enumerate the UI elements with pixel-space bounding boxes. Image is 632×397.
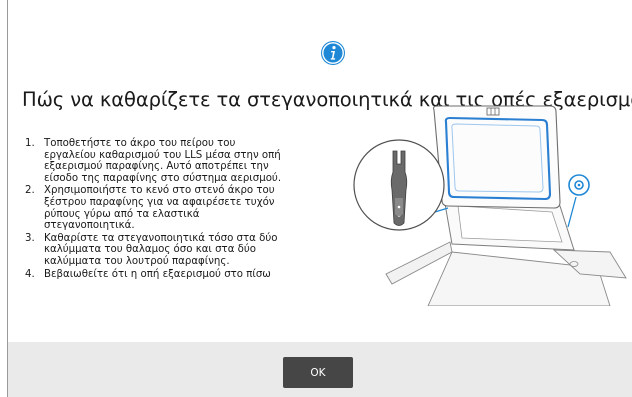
step-text-line: Χρησιμοποιήστε το κενό στο στενό άκρο το… — [44, 185, 275, 197]
instruction-step: 3. Καθαρίστε τα στεγανοποιητικά τόσο στα … — [18, 233, 358, 268]
cleaning-illustration — [353, 105, 627, 306]
step-number: 3. — [25, 232, 35, 244]
instruction-step: 1. Τοποθετήστε το άκρο του πείρου του εργα… — [18, 138, 358, 184]
step-number: 4. — [25, 268, 35, 280]
step-text-line: εργαλείου καθαρισμού του LLS μέσα στην ο… — [44, 149, 281, 161]
info-dialog: Πώς να καθαρίζετε τα στεγανοποιητικά και… — [8, 0, 632, 397]
info-icon — [321, 41, 345, 65]
ok-button[interactable]: OK — [283, 357, 353, 388]
step-number: 1. — [25, 138, 35, 149]
step-text-line: καλύμματα του θαλαμος όσο και στα δύο — [44, 244, 257, 256]
dialog-footer: OK — [8, 342, 632, 397]
step-text-line: είσοδο της παραφίνης στο σύστημα αερισμο… — [44, 172, 282, 184]
step-text-line: ρύπους γύρω από τα ελαστικά — [44, 208, 200, 220]
step-number: 2. — [25, 185, 35, 197]
window-edge — [0, 0, 8, 397]
step-text-line: καλύμματα του λουτρού παραφίνης. — [44, 255, 230, 267]
step-text-line: εξαερισμού παραφίνης. Αυτό αποτρέπει την — [44, 161, 269, 173]
instruction-step: 4. Βεβαιωθείτε ότι η οπή εξαερισμού στο π… — [18, 269, 358, 281]
step-text-line: ξέστρου παραφίνης για να αφαιρέσετε τυχό… — [44, 196, 275, 208]
step-text-line: Καθαρίστε τα στεγανοποιητικά τόσο στα δύ… — [44, 232, 278, 244]
instruction-list: 1. Τοποθετήστε το άκρο του πείρου του εργα… — [18, 138, 358, 281]
step-text-line: στεγανοποιητικά. — [44, 220, 135, 232]
instruction-step: 2. Χρησιμοποιήστε το κενό στο στενό άκρο … — [18, 185, 358, 231]
step-text-line: Βεβαιωθείτε ότι η οπή εξαερισμού στο πίσ… — [44, 268, 271, 280]
step-text-line: Τοποθετήστε το άκρο του πείρου του — [44, 138, 236, 149]
